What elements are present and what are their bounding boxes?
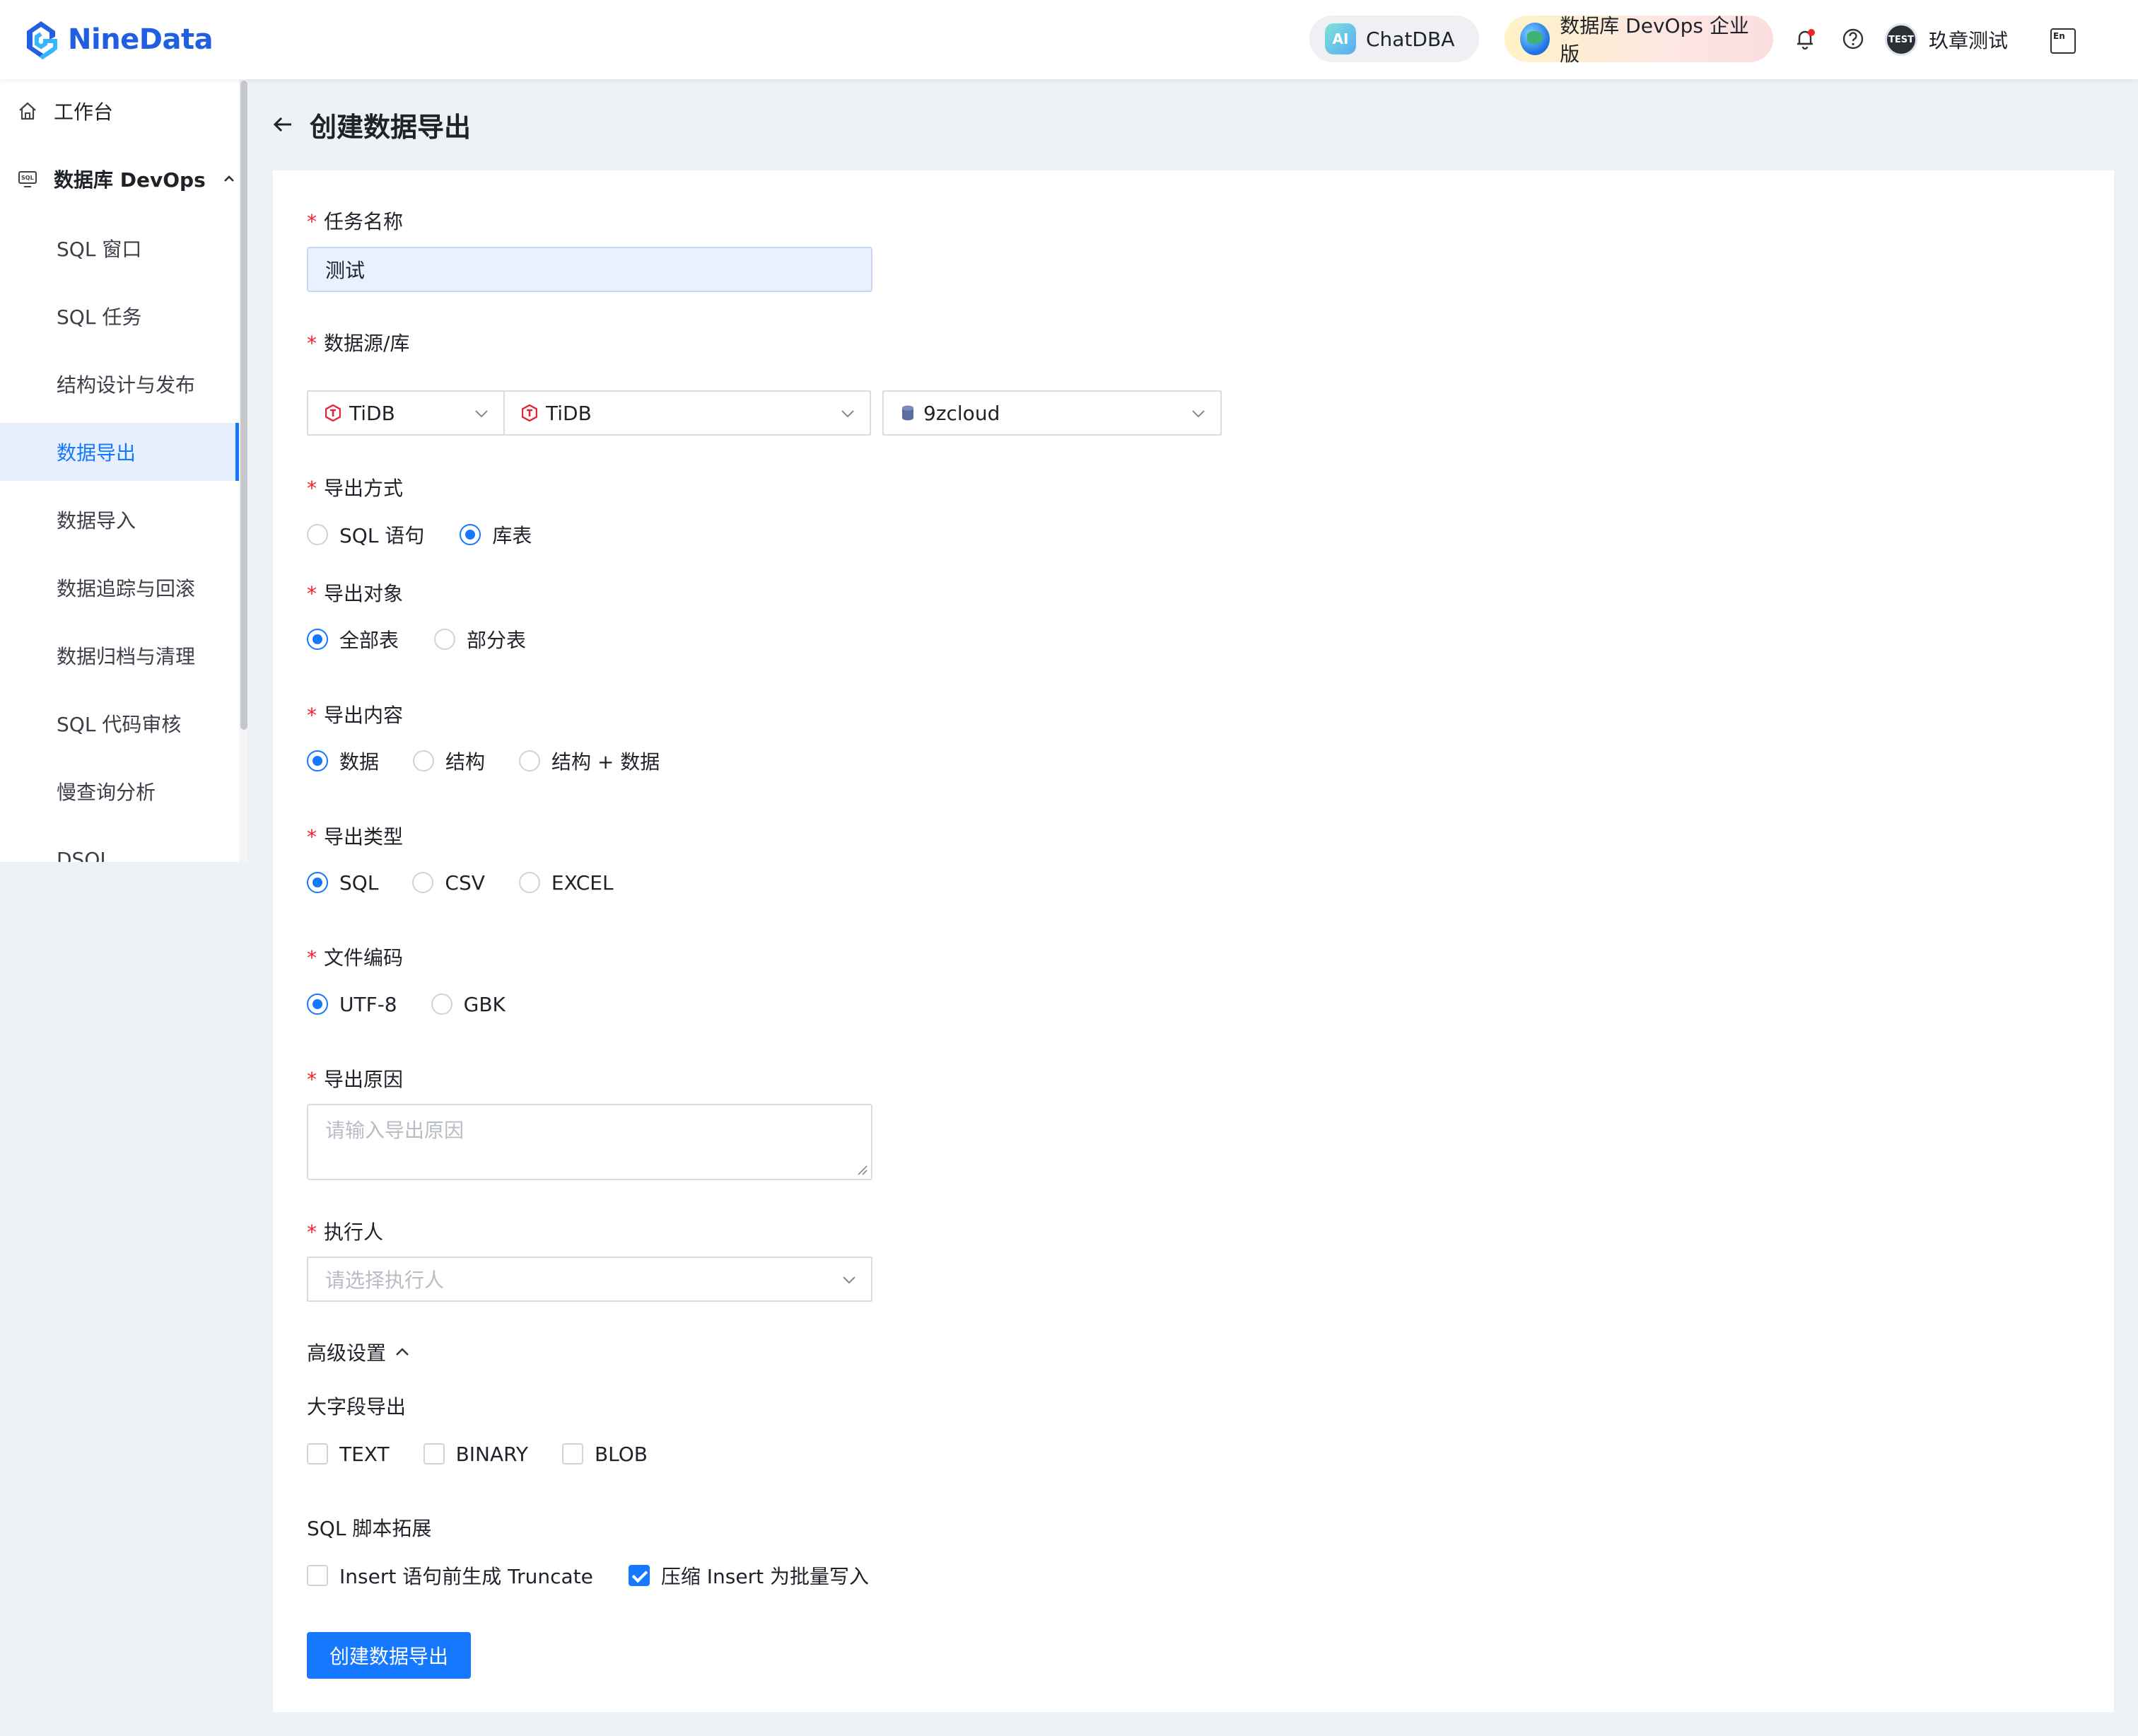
resize-handle-icon[interactable] <box>855 1163 868 1176</box>
task-name-label: * 任务名称 <box>307 210 404 233</box>
sql-script-ext-label: SQL 脚本拓展 <box>307 1517 432 1540</box>
sidebar-item-data-tracking[interactable]: 数据追踪与回滚 <box>0 559 239 617</box>
chevron-up-icon <box>223 175 234 182</box>
sidebar-item-dsql[interactable]: DSQL <box>0 830 239 863</box>
back-arrow-icon[interactable] <box>271 113 294 136</box>
executor-label: * 执行人 <box>307 1221 384 1244</box>
sidebar-item-sql-task[interactable]: SQL 任务 <box>0 287 239 345</box>
sidebar-item-sql-window[interactable]: SQL 窗口 <box>0 219 239 277</box>
export-object-radio-group: 全部表 部分表 <box>307 625 526 653</box>
export-type-excel-radio[interactable]: EXCEL <box>518 871 614 895</box>
sidebar-group-devops[interactable]: SQL 数据库 DevOps <box>17 162 237 196</box>
sidebar-item-schema-design[interactable]: 结构设计与发布 <box>0 355 239 413</box>
export-type-csv-radio[interactable]: CSV <box>412 871 485 895</box>
export-content-both-radio[interactable]: 结构 + 数据 <box>519 747 660 775</box>
chevron-up-icon <box>396 1348 409 1356</box>
datasource-instance-select[interactable]: TiDB <box>503 390 871 436</box>
brand-name: NineData <box>68 23 214 56</box>
devops-edition-button[interactable]: 数据库 DevOps 企业版 <box>1505 14 1773 66</box>
tidb-icon <box>325 404 341 421</box>
export-object-all-radio[interactable]: 全部表 <box>307 625 399 653</box>
executor-select[interactable]: 请选择执行人 <box>307 1257 872 1302</box>
sql-monitor-icon: SQL <box>18 171 37 187</box>
tidb-icon <box>522 404 537 421</box>
sidebar-item-workbench[interactable]: 工作台 <box>17 94 113 128</box>
export-content-label: * 导出内容 <box>307 704 404 727</box>
bell-icon[interactable] <box>1793 27 1817 51</box>
home-icon <box>19 102 36 120</box>
chatdba-label: ChatDBA <box>1366 27 1455 51</box>
export-content-schema-radio[interactable]: 结构 <box>413 747 485 775</box>
large-field-checkbox-group: TEXT BINARY BLOB <box>307 1440 648 1468</box>
export-mode-label: * 导出方式 <box>307 477 404 500</box>
chevron-down-icon <box>841 410 854 418</box>
user-name: 玖章测试 <box>1929 29 2009 52</box>
sql-script-ext-checkbox-group: Insert 语句前生成 Truncate 压缩 Insert 为批量写入 <box>307 1561 869 1590</box>
sidebar: 工作台 SQL 数据库 DevOps SQL 窗口 SQL 任务 结构设计与发布… <box>0 79 247 862</box>
database-select[interactable]: 9zcloud <box>882 390 1222 436</box>
task-name-input[interactable]: 测试 <box>307 247 872 292</box>
language-switch-icon[interactable]: En <box>2050 28 2076 54</box>
sidebar-scrollbar-thumb[interactable] <box>240 81 247 730</box>
sidebar-item-data-import[interactable]: 数据导入 <box>0 491 239 549</box>
file-encoding-utf8-radio[interactable]: UTF-8 <box>307 993 397 1016</box>
globe-icon <box>1520 23 1550 55</box>
page-title: 创建数据导出 <box>310 111 472 143</box>
help-icon[interactable] <box>1841 27 1865 51</box>
sidebar-item-data-export[interactable]: 数据导出 <box>0 423 239 481</box>
datasource-label: * 数据源/库 <box>307 332 410 355</box>
export-reason-textarea[interactable]: 请输入导出原因 <box>307 1104 872 1180</box>
ai-icon: AI <box>1325 23 1356 54</box>
datasource-env-select[interactable]: TiDB <box>307 390 505 436</box>
svg-text:SQL: SQL <box>21 175 34 181</box>
ninedata-logo-icon <box>27 21 57 59</box>
file-encoding-gbk-radio[interactable]: GBK <box>431 993 506 1016</box>
top-bar: NineData AI ChatDBA 数据库 DevOps 企业版 TEST … <box>0 0 2138 79</box>
sidebar-item-sql-review[interactable]: SQL 代码审核 <box>0 694 239 752</box>
page-header: 创建数据导出 <box>271 105 471 144</box>
export-content-data-radio[interactable]: 数据 <box>307 747 379 775</box>
export-type-sql-radio[interactable]: SQL <box>307 871 378 895</box>
database-icon <box>902 405 913 421</box>
chevron-down-icon <box>475 410 488 418</box>
chevron-down-icon <box>1192 410 1205 418</box>
export-mode-sql-radio[interactable]: SQL 语句 <box>307 520 424 549</box>
avatar: TEST <box>1885 23 1917 56</box>
export-object-partial-radio[interactable]: 部分表 <box>434 625 526 653</box>
export-type-label: * 导出类型 <box>307 825 404 849</box>
sidebar-item-slow-query[interactable]: 慢查询分析 <box>0 762 239 820</box>
chatdba-button[interactable]: AI ChatDBA <box>1309 16 1479 62</box>
batch-insert-checkbox[interactable]: 压缩 Insert 为批量写入 <box>628 1561 869 1590</box>
sidebar-item-data-archive[interactable]: 数据归档与清理 <box>0 627 239 685</box>
export-object-label: * 导出对象 <box>307 582 404 605</box>
logo[interactable]: NineData <box>23 18 214 61</box>
chevron-down-icon <box>843 1276 855 1284</box>
export-content-radio-group: 数据 结构 结构 + 数据 <box>307 747 660 775</box>
large-field-label: 大字段导出 <box>307 1395 407 1418</box>
large-field-text-checkbox[interactable]: TEXT <box>307 1443 390 1466</box>
export-type-radio-group: SQL CSV EXCEL <box>307 868 614 897</box>
file-encoding-label: * 文件编码 <box>307 946 404 969</box>
advanced-settings-toggle[interactable]: 高级设置 <box>307 1338 411 1366</box>
truncate-before-insert-checkbox[interactable]: Insert 语句前生成 Truncate <box>307 1561 593 1590</box>
export-reason-label: * 导出原因 <box>307 1068 404 1091</box>
file-encoding-radio-group: UTF-8 GBK <box>307 990 506 1018</box>
export-mode-radio-group: SQL 语句 库表 <box>307 520 532 549</box>
large-field-blob-checkbox[interactable]: BLOB <box>561 1443 648 1466</box>
create-export-button[interactable]: 创建数据导出 <box>307 1632 471 1679</box>
export-mode-table-radio[interactable]: 库表 <box>460 520 532 549</box>
devops-edition-label: 数据库 DevOps 企业版 <box>1560 14 1749 66</box>
user-menu[interactable]: TEST 玖章测试 <box>1885 23 2008 57</box>
large-field-binary-checkbox[interactable]: BINARY <box>423 1443 528 1466</box>
